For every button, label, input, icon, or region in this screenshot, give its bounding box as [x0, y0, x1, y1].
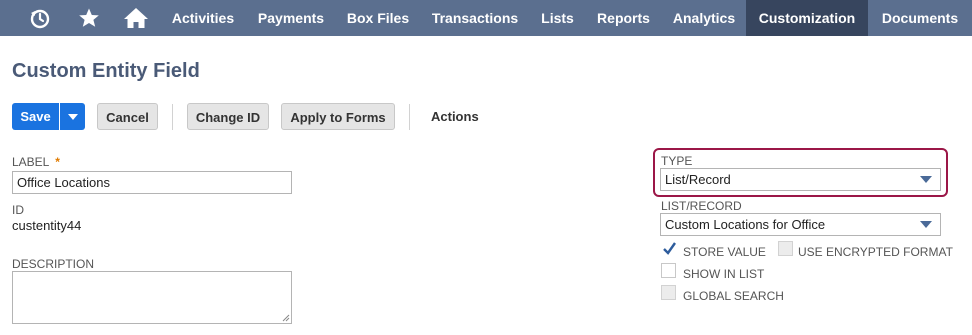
type-select-value: List/Record: [665, 172, 731, 187]
list-record-select[interactable]: Custom Locations for Office: [660, 213, 941, 236]
nav-item-activities[interactable]: Activities: [160, 0, 246, 36]
nav-item-payments[interactable]: Payments: [246, 0, 336, 36]
top-navbar: Activities Payments Box Files Transactio…: [0, 0, 972, 36]
store-value-checkbox[interactable]: [661, 241, 676, 256]
type-field-label: TYPE: [661, 154, 693, 168]
cancel-button[interactable]: Cancel: [97, 103, 158, 130]
label-field-label: LABEL *: [12, 155, 60, 169]
chevron-down-icon: [67, 113, 78, 120]
description-field-label: DESCRIPTION: [12, 257, 95, 271]
type-select[interactable]: List/Record: [660, 168, 941, 191]
home-icon[interactable]: [121, 0, 151, 36]
list-record-select-value: Custom Locations for Office: [665, 217, 826, 232]
label-input[interactable]: Office Locations: [12, 171, 292, 194]
page-title: Custom Entity Field: [12, 60, 200, 82]
store-value-label: STORE VALUE: [683, 245, 766, 259]
list-record-field-label: LIST/RECORD: [661, 199, 742, 213]
actions-menu[interactable]: Actions: [431, 103, 479, 130]
use-encrypted-format-label: USE ENCRYPTED FORMAT: [798, 245, 953, 259]
save-button[interactable]: Save: [12, 103, 59, 130]
save-options-button[interactable]: [60, 103, 85, 130]
checkmark-icon: [663, 242, 676, 255]
nav-item-documents[interactable]: Documents: [868, 0, 972, 36]
show-in-list-label: SHOW IN LIST: [683, 267, 765, 281]
label-field-label-text: LABEL: [12, 155, 49, 169]
required-marker: *: [55, 155, 60, 169]
nav-item-box-files[interactable]: Box Files: [336, 0, 420, 36]
id-value: custentity44: [12, 218, 82, 233]
recent-icon[interactable]: [26, 0, 54, 36]
show-in-list-checkbox[interactable]: [661, 263, 676, 278]
change-id-button[interactable]: Change ID: [187, 103, 269, 130]
toolbar-divider: [172, 104, 173, 130]
chevron-down-icon: [920, 169, 932, 190]
apply-to-forms-button[interactable]: Apply to Forms: [281, 103, 395, 130]
toolbar-divider: [409, 104, 410, 130]
use-encrypted-format-checkbox[interactable]: [778, 241, 793, 256]
description-textarea[interactable]: [12, 271, 292, 324]
nav-item-transactions[interactable]: Transactions: [420, 0, 530, 36]
nav-item-customization[interactable]: Customization: [746, 0, 868, 36]
id-field-label: ID: [12, 203, 24, 217]
nav-item-analytics[interactable]: Analytics: [662, 0, 746, 36]
resize-handle-icon[interactable]: [282, 314, 290, 322]
star-icon[interactable]: [75, 0, 103, 36]
chevron-down-icon: [920, 214, 932, 235]
nav-item-lists[interactable]: Lists: [530, 0, 585, 36]
global-search-label: GLOBAL SEARCH: [683, 289, 784, 303]
nav-item-reports[interactable]: Reports: [585, 0, 662, 36]
global-search-checkbox[interactable]: [661, 285, 676, 300]
